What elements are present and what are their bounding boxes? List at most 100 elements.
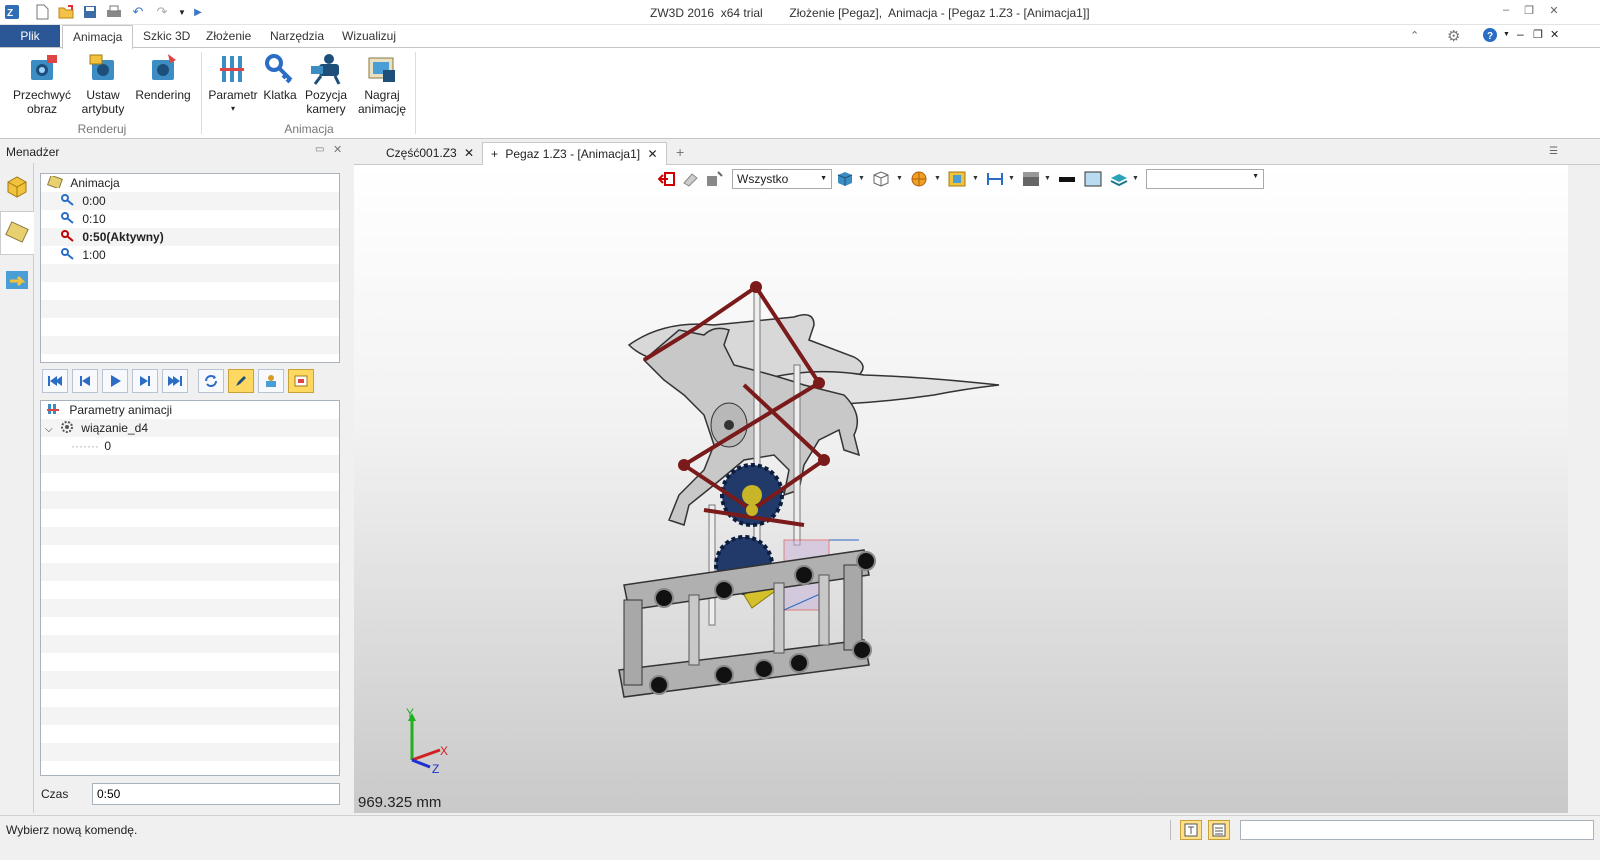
dropdown-arrow-icon[interactable]: ▼ — [896, 175, 903, 182]
manager-title: Menadżer — [6, 145, 60, 159]
manager-pin-icon[interactable]: ▭ — [315, 144, 324, 155]
status-bar: Wybierz nową komendę. — [0, 815, 1600, 843]
window-bottom-edge — [0, 843, 1600, 860]
line-style-icon[interactable] — [1058, 171, 1076, 187]
keyframe-item-active[interactable]: 0:50(Aktywny) — [41, 228, 339, 246]
status-toggle-1-button[interactable] — [1180, 820, 1202, 840]
tab-plik[interactable]: Plik — [0, 25, 60, 48]
eraser-icon[interactable] — [682, 171, 700, 187]
view-manager-icon[interactable] — [4, 267, 30, 293]
tab-narzedzia[interactable]: Narzędzia — [260, 25, 334, 48]
status-toggle-2-button[interactable] — [1208, 820, 1230, 840]
measure-icon[interactable] — [986, 171, 1004, 187]
background-icon[interactable] — [1022, 171, 1040, 187]
quick-access-dropdown-icon[interactable]: ▼ — [174, 4, 190, 20]
doc-minimize-icon[interactable]: – — [1517, 27, 1524, 41]
manager-header: Menadżer ▭ ✕ — [0, 140, 352, 162]
pick-filter-icon[interactable] — [706, 171, 724, 187]
settings-gear-icon[interactable]: ⚙ — [1447, 27, 1460, 45]
title-bar: Z ↶ ↷ ▼ ▶ ZW3D 2016 x64 trial Złożenie [… — [0, 0, 1600, 25]
pegasus-mechanism-model[interactable] — [604, 265, 1024, 715]
tree-root-parametry[interactable]: Parametry animacji — [41, 401, 339, 419]
print-icon[interactable] — [106, 4, 122, 20]
loop-button[interactable] — [198, 369, 224, 393]
status-message: Wybierz nową komendę. — [6, 823, 138, 837]
next-frame-button[interactable] — [132, 369, 158, 393]
new-file-icon[interactable] — [34, 4, 50, 20]
keyframe-item[interactable]: 0:00 — [41, 192, 339, 210]
play-icon — [111, 375, 121, 387]
restore-icon[interactable]: ❐ — [1520, 4, 1538, 20]
tab-close-icon[interactable]: ✕ — [647, 147, 657, 161]
go-to-start-button[interactable] — [42, 369, 68, 393]
dropdown-arrow-icon[interactable]: ▼ — [1132, 175, 1139, 182]
exit-icon[interactable] — [657, 171, 676, 187]
collapse-ribbon-icon[interactable]: ⌃ — [1410, 29, 1419, 42]
animation-manager-tab[interactable] — [0, 211, 34, 255]
axis-triad: Y X Z — [406, 706, 448, 775]
manager-close-icon[interactable]: ✕ — [333, 143, 342, 156]
app-logo-icon[interactable]: Z — [4, 4, 20, 20]
tree-item-value[interactable]: ······· 0 — [41, 437, 339, 455]
chevron-down-icon[interactable]: ⌵ — [45, 424, 53, 435]
close-icon[interactable]: ✕ — [1545, 4, 1563, 20]
previous-frame-button[interactable] — [72, 369, 98, 393]
wireframe-cube-icon[interactable] — [872, 171, 890, 187]
ribbon-tab-row: Plik Animacja Szkic 3D Złożenie Narzędzi… — [0, 25, 1600, 49]
help-icon[interactable]: ? — [1482, 27, 1498, 46]
camera-view-button[interactable] — [258, 369, 284, 393]
keyframe-item[interactable]: 1:00 — [41, 246, 339, 264]
rendering-button[interactable]: Rendering — [134, 52, 192, 102]
record-animation-button[interactable]: Nagraj animację — [354, 52, 410, 116]
time-input[interactable] — [92, 783, 340, 805]
dropdown-arrow-icon[interactable]: ▼ — [934, 175, 941, 182]
doc-tab-pegaz[interactable]: + Pegaz 1.Z3 - [Animacja1] ✕ — [482, 142, 667, 165]
doc-restore-icon[interactable]: ❐ — [1533, 28, 1543, 41]
shaded-cube-icon[interactable] — [836, 171, 854, 187]
tree-item-constraint[interactable]: ⌵ wiązanie_d4 — [41, 419, 339, 437]
3d-viewport[interactable]: Wszystko ▼ ▼ ▼ ▼ ▼ ▼ ▼ ▼ ▼ Y X Z 969.325… — [354, 165, 1568, 813]
edit-keyframe-button[interactable] — [228, 369, 254, 393]
parameter-button[interactable]: Parametr ▾ — [206, 52, 260, 116]
tab-szkic-3d[interactable]: Szkic 3D — [133, 25, 200, 48]
pick-filter-select[interactable]: Wszystko ▼ — [732, 169, 832, 189]
record-frame-button[interactable] — [288, 369, 314, 393]
doc-tab-czesc001[interactable]: Część001.Z3 ✕ — [378, 142, 482, 165]
history-manager-icon[interactable] — [4, 173, 30, 199]
tab-close-icon[interactable]: ✕ — [464, 146, 474, 160]
zoom-fit-icon[interactable] — [948, 171, 966, 187]
dropdown-arrow-icon[interactable]: ▼ — [1008, 175, 1015, 182]
capture-image-button[interactable]: Przechwyć obraz — [10, 52, 74, 116]
loop-icon — [205, 375, 217, 387]
tab-list-icon[interactable]: ☰ — [1549, 146, 1558, 157]
play-button[interactable] — [102, 369, 128, 393]
tab-zlozenie[interactable]: Złożenie — [196, 25, 261, 48]
doc-close-icon[interactable]: ✕ — [1550, 28, 1559, 41]
minimize-icon[interactable]: ‒ — [1497, 4, 1515, 20]
run-icon[interactable]: ▶ — [190, 4, 206, 20]
tab-animacja[interactable]: Animacja — [62, 25, 134, 49]
command-input[interactable] — [1240, 820, 1594, 840]
dropdown-arrow-icon[interactable]: ▼ — [972, 175, 979, 182]
save-icon[interactable] — [82, 4, 98, 20]
redo-icon[interactable]: ↷ — [154, 4, 170, 20]
keyframe-item[interactable]: 0:10 — [41, 210, 339, 228]
undo-icon[interactable]: ↶ — [130, 4, 146, 20]
dropdown-arrow-icon[interactable]: ▼ — [1044, 175, 1051, 182]
tree-root-animacja[interactable]: Animacja — [41, 174, 339, 192]
tab-wizualizuj[interactable]: Wizualizuj — [332, 25, 406, 48]
view-orientation-icon[interactable] — [910, 171, 928, 187]
set-attributes-button[interactable]: Ustaw artybuty — [76, 52, 130, 116]
keyframe-key-icon — [61, 212, 75, 226]
camera-capture-icon — [25, 52, 59, 86]
dropdown-arrow-icon[interactable]: ▼ — [858, 175, 865, 182]
new-tab-icon[interactable]: + — [676, 144, 684, 160]
open-file-icon[interactable] — [58, 4, 74, 20]
go-to-end-button[interactable] — [162, 369, 188, 393]
keyframe-button[interactable]: Klatka — [262, 52, 298, 102]
help-dropdown-icon[interactable]: ▼ — [1503, 31, 1510, 38]
layer-select[interactable]: ▼ — [1146, 169, 1264, 189]
layer-icon[interactable] — [1110, 171, 1128, 187]
camera-position-button[interactable]: Pozycja kamery — [302, 52, 350, 116]
color-swatch-icon[interactable] — [1084, 171, 1102, 187]
